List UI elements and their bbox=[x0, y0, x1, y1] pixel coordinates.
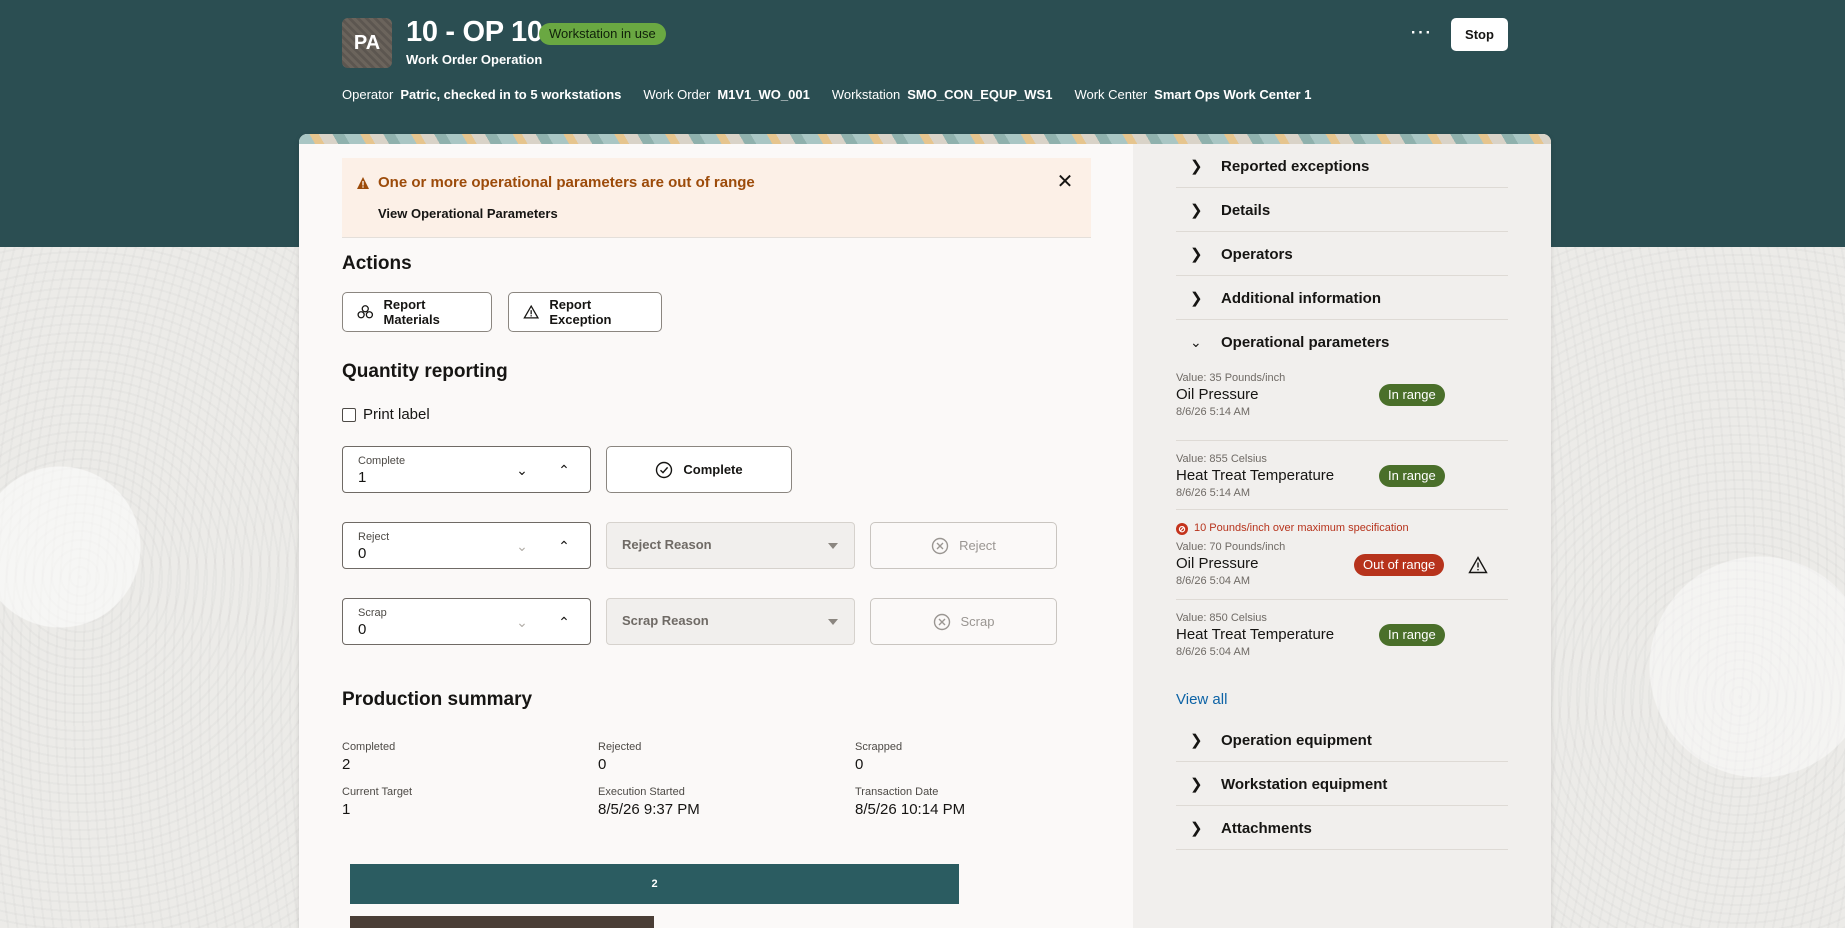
section-operational-parameters[interactable]: ⌄ Operational parameters bbox=[1176, 320, 1508, 364]
chevron-down-icon[interactable]: ⌄ bbox=[511, 459, 533, 481]
chevron-right-icon: ❯ bbox=[1190, 246, 1203, 263]
section-operators[interactable]: ❯ Operators bbox=[1176, 232, 1508, 276]
reject-button-label: Reject bbox=[959, 538, 996, 553]
reject-reason-select[interactable]: Reject Reason bbox=[606, 522, 855, 569]
dropdown-caret-icon bbox=[828, 543, 838, 549]
meta-operator: Operator Patric, checked in to 5 workstat… bbox=[342, 87, 622, 102]
chevron-right-icon: ❯ bbox=[1190, 290, 1203, 307]
transaction-date-value: 8/5/26 10:14 PM bbox=[855, 801, 966, 818]
actions-heading: Actions bbox=[342, 253, 412, 274]
view-all-link[interactable]: View all bbox=[1176, 691, 1227, 708]
scrap-reason-select[interactable]: Scrap Reason bbox=[606, 598, 855, 645]
production-bar-completed: 2 bbox=[350, 864, 959, 904]
scrap-button-label: Scrap bbox=[960, 614, 995, 629]
status-badge: Out of range bbox=[1354, 554, 1445, 576]
status-badge: In range bbox=[1379, 384, 1445, 406]
production-bar-target bbox=[350, 916, 654, 928]
error-icon: ⊘ bbox=[1176, 523, 1188, 535]
production-summary-heading: Production summary bbox=[342, 689, 533, 710]
meta-work-order: Work Order M1V1_WO_001 bbox=[643, 87, 810, 102]
x-circle-icon bbox=[931, 537, 949, 554]
materials-icon bbox=[357, 305, 374, 319]
transaction-date-label: Transaction Date bbox=[855, 786, 939, 798]
report-exception-icon[interactable] bbox=[1468, 556, 1488, 574]
more-options-icon[interactable]: ⋯ bbox=[1404, 20, 1438, 50]
status-badge: Workstation in use bbox=[539, 23, 666, 45]
chevron-right-icon: ❯ bbox=[1190, 820, 1203, 837]
page-title: 10 - OP 10 bbox=[406, 16, 543, 48]
right-panel: ❯ Reported exceptions ❯ Details ❯ Operat… bbox=[1133, 144, 1551, 928]
chevron-right-icon: ❯ bbox=[1190, 776, 1203, 793]
section-workstation-equipment[interactable]: ❯ Workstation equipment bbox=[1176, 762, 1508, 806]
chevron-up-icon[interactable]: ⌃ bbox=[553, 535, 575, 557]
report-materials-button[interactable]: Report Materials bbox=[342, 292, 492, 332]
header-meta: Operator Patric, checked in to 5 workstat… bbox=[342, 87, 1311, 102]
scrap-quantity-field[interactable]: Scrap 0 ⌄ ⌃ bbox=[342, 598, 591, 645]
rejected-value: 0 bbox=[598, 756, 607, 773]
chevron-right-icon: ❯ bbox=[1190, 202, 1203, 219]
execution-started-label: Execution Started bbox=[598, 786, 685, 798]
meta-work-center: Work Center Smart Ops Work Center 1 bbox=[1074, 87, 1312, 102]
chevron-right-icon: ❯ bbox=[1190, 158, 1203, 175]
completed-label: Completed bbox=[342, 741, 396, 753]
page-subtitle: Work Order Operation bbox=[406, 52, 543, 67]
section-details[interactable]: ❯ Details bbox=[1176, 188, 1508, 232]
close-icon[interactable]: ✕ bbox=[1054, 172, 1076, 194]
status-badge: In range bbox=[1379, 465, 1445, 487]
section-attachments[interactable]: ❯ Attachments bbox=[1176, 806, 1508, 850]
complete-button-label: Complete bbox=[683, 462, 743, 477]
chevron-down-icon: ⌄ bbox=[1190, 334, 1202, 350]
param-item[interactable]: Value: 855 Celsius Heat Treat Temperatur… bbox=[1176, 441, 1508, 510]
complete-quantity-field[interactable]: Complete 1 ⌄ ⌃ bbox=[342, 446, 591, 493]
section-operation-equipment[interactable]: ❯ Operation equipment bbox=[1176, 718, 1508, 762]
section-reported-exceptions[interactable]: ❯ Reported exceptions bbox=[1176, 144, 1508, 188]
report-exception-button[interactable]: Report Exception bbox=[508, 292, 662, 332]
completed-value: 2 bbox=[342, 756, 351, 773]
rejected-label: Rejected bbox=[598, 741, 642, 753]
warning-alert: One or more operational parameters are o… bbox=[342, 158, 1091, 238]
scrap-button[interactable]: Scrap bbox=[870, 598, 1057, 645]
chevron-up-icon[interactable]: ⌃ bbox=[553, 611, 575, 633]
card-banner bbox=[299, 134, 1551, 144]
reject-button[interactable]: Reject bbox=[870, 522, 1057, 569]
scrapped-label: Scrapped bbox=[855, 741, 903, 753]
status-badge: In range bbox=[1379, 624, 1445, 646]
print-label-checkbox[interactable] bbox=[342, 408, 356, 422]
alert-title: One or more operational parameters are o… bbox=[378, 174, 755, 191]
current-target-label: Current Target bbox=[342, 786, 413, 798]
x-circle-icon bbox=[933, 613, 950, 630]
avatar: PA bbox=[342, 18, 392, 68]
param-item[interactable]: Value: 35 Pounds/inch Oil Pressure 8/6/2… bbox=[1176, 372, 1508, 441]
execution-started-value: 8/5/26 9:37 PM bbox=[598, 801, 700, 818]
chevron-up-icon[interactable]: ⌃ bbox=[553, 459, 575, 481]
print-label-text: Print label bbox=[363, 406, 430, 423]
report-exception-label: Report Exception bbox=[549, 297, 612, 327]
main-card: One or more operational parameters are o… bbox=[299, 134, 1551, 928]
current-target-value: 1 bbox=[342, 801, 351, 818]
meta-workstation: Workstation SMO_CON_EQUP_WS1 bbox=[831, 87, 1053, 102]
view-operational-parameters-link[interactable]: View Operational Parameters bbox=[378, 206, 558, 221]
dropdown-caret-icon bbox=[828, 619, 838, 625]
warning-icon bbox=[357, 177, 369, 189]
exception-icon bbox=[523, 304, 540, 319]
chevron-right-icon: ❯ bbox=[1190, 732, 1203, 749]
chevron-down-icon[interactable]: ⌄ bbox=[511, 535, 533, 557]
section-additional-information[interactable]: ❯ Additional information bbox=[1176, 276, 1508, 320]
param-item[interactable]: Value: 850 Celsius Heat Treat Temperatur… bbox=[1176, 600, 1508, 669]
scrapped-value: 0 bbox=[855, 756, 864, 773]
reject-quantity-field[interactable]: Reject 0 ⌄ ⌃ bbox=[342, 522, 591, 569]
quantity-reporting-heading: Quantity reporting bbox=[342, 361, 508, 382]
check-circle-icon bbox=[656, 461, 673, 478]
chevron-down-icon[interactable]: ⌄ bbox=[511, 611, 533, 633]
param-item[interactable]: ⊘ 10 Pounds/inch over maximum specificati… bbox=[1176, 510, 1508, 600]
report-materials-label: Report Materials bbox=[383, 297, 440, 327]
complete-button[interactable]: Complete bbox=[606, 446, 792, 493]
param-error-message: ⊘ 10 Pounds/inch over maximum specificati… bbox=[1176, 522, 1409, 535]
stop-button[interactable]: Stop bbox=[1451, 18, 1508, 51]
